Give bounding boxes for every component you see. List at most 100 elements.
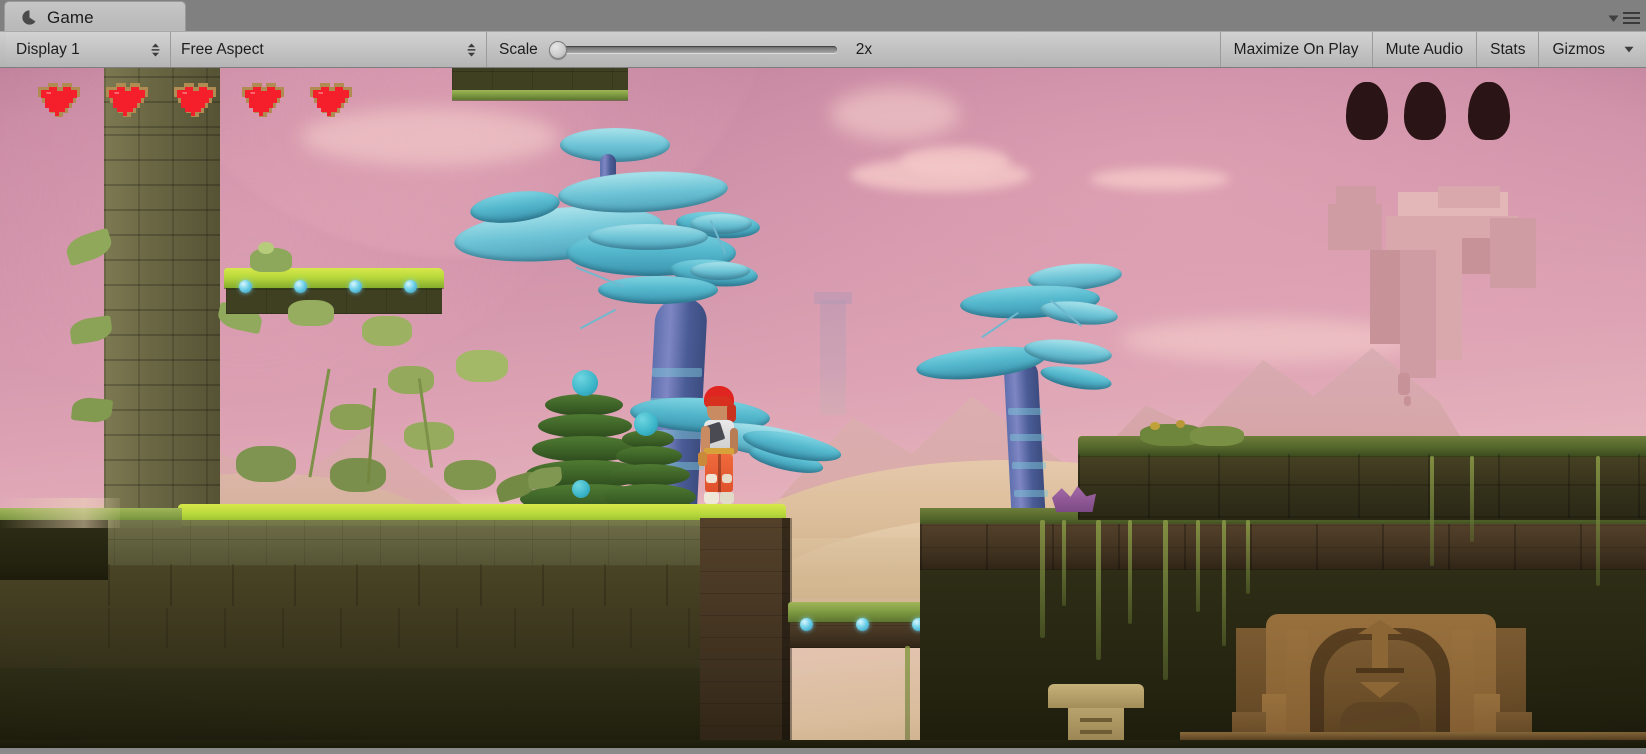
gizmos-button[interactable]: Gizmos: [1539, 32, 1618, 67]
floating-ruin: [1336, 186, 1376, 206]
health-hearts: [36, 81, 356, 119]
maximize-on-play-button[interactable]: Maximize On Play: [1220, 32, 1372, 67]
platform-gem: [404, 280, 417, 293]
display-select-value: Display 1: [16, 40, 80, 58]
game-viewport[interactable]: [0, 68, 1646, 748]
temple-door-glyph: [1356, 668, 1404, 673]
display-select[interactable]: Display 1: [6, 32, 170, 67]
alien-plant-bud: [258, 242, 274, 254]
alien-plant: [362, 316, 412, 346]
window-bottom-edge: [0, 748, 1646, 754]
toolbar-right-pad: [1640, 32, 1646, 67]
floating-ruin-debris: [1404, 396, 1411, 406]
unity-game-window: Game Display 1 Free Aspect Scale 2x Maxi…: [0, 0, 1646, 754]
alien-tree-trunk-band: [652, 368, 702, 377]
toolbar-spacer: [881, 32, 1220, 67]
tab-game-label: Game: [47, 7, 94, 27]
hanging-vine: [1096, 520, 1101, 660]
hanging-vine: [1470, 456, 1474, 542]
aspect-ratio-select[interactable]: Free Aspect: [171, 32, 486, 67]
conifer-branch: [545, 394, 623, 416]
mute-audio-button[interactable]: Mute Audio: [1372, 32, 1477, 67]
hanging-vine: [1430, 456, 1434, 566]
hanging-vine: [905, 646, 910, 741]
hanging-vine: [1246, 520, 1250, 594]
conifer-orb: [634, 412, 658, 436]
alien-tree-cap: [598, 276, 718, 304]
alien-tree-cap: [588, 224, 708, 250]
scale-slider-thumb[interactable]: [548, 40, 567, 59]
altar-detail: [1080, 718, 1112, 722]
floating-ruin-debris: [1398, 373, 1410, 395]
player-knee-pad: [706, 474, 717, 483]
tabstrip-controls: [1608, 12, 1640, 24]
platform-gem: [239, 280, 252, 293]
hanging-vine: [1196, 520, 1200, 612]
player-pants-seam: [718, 454, 721, 492]
cloud: [830, 88, 960, 140]
platform-gem: [856, 618, 869, 631]
alien-plant: [388, 366, 434, 394]
distant-tower-cap: [814, 292, 852, 304]
cliff-right-brick: [920, 524, 1646, 570]
conifer-orb: [572, 370, 598, 396]
unity-game-view-icon: [22, 10, 36, 25]
cliff-edge-left: [700, 518, 790, 748]
temple-door-pillar: [1286, 630, 1308, 748]
game-render-frame: [0, 68, 1646, 748]
cloud: [1090, 168, 1230, 190]
temple-floor-line: [1180, 732, 1646, 740]
floating-ruin-column: [1436, 250, 1462, 360]
dark-orb-icon: [1404, 82, 1446, 140]
window-tab-strip: Game: [0, 0, 1646, 33]
stone-pillar: [104, 124, 220, 536]
updown-arrows-icon: [151, 43, 160, 56]
updown-arrows-icon: [467, 43, 476, 56]
ground-dirt-deepest: [0, 668, 790, 748]
alien-plant: [444, 460, 496, 490]
player-character: [690, 382, 746, 512]
floating-ruin-column: [1400, 250, 1436, 378]
foreground-floor: [0, 740, 1646, 748]
player-pouch: [698, 452, 707, 466]
hamburger-menu-icon[interactable]: [1623, 12, 1640, 24]
ground-brick-detail: [108, 608, 790, 648]
cliff-bush: [1190, 426, 1244, 446]
alien-tree-cap: [560, 128, 670, 162]
scale-control: Scale 2x: [487, 32, 882, 67]
alien-tree-cap: [690, 262, 750, 280]
floating-ruin: [1490, 218, 1536, 288]
cliff-flower: [1150, 422, 1160, 430]
scale-label: Scale: [499, 40, 538, 58]
gizmos-dropdown-button[interactable]: [1618, 32, 1640, 67]
cliff-flower: [1176, 420, 1185, 428]
temple-door-pillar: [1452, 630, 1474, 748]
ground-shadow-block: [0, 520, 108, 580]
player-boot: [720, 492, 734, 504]
dark-orb-icon: [1468, 82, 1510, 140]
altar-detail: [1080, 730, 1112, 734]
altar-top: [1048, 684, 1144, 708]
cloud: [900, 146, 1010, 176]
alien-tree-trunk-band: [1010, 434, 1044, 441]
conifer-branch: [538, 414, 632, 438]
scale-slider-track[interactable]: [554, 46, 837, 53]
cliff-right-upper-brick: [1078, 454, 1646, 518]
player-boot: [704, 492, 719, 504]
temple-door-glyph: [1372, 628, 1388, 670]
ground-brick-detail: [108, 564, 790, 606]
sunlight-haze: [0, 498, 120, 528]
hanging-vine: [1128, 520, 1132, 624]
tab-game[interactable]: Game: [4, 1, 186, 33]
stats-button[interactable]: Stats: [1477, 32, 1539, 67]
hanging-vine: [1596, 456, 1600, 586]
heart-icon: [106, 83, 148, 117]
heart-icon: [174, 83, 216, 117]
dark-orb-icon: [1346, 82, 1388, 140]
overhead-platform-grass: [452, 90, 628, 100]
alien-plant: [330, 404, 374, 430]
hanging-vine: [1040, 520, 1045, 638]
chevron-down-icon[interactable]: [1608, 14, 1619, 23]
scale-slider[interactable]: [548, 40, 837, 60]
alien-plant: [288, 300, 334, 326]
